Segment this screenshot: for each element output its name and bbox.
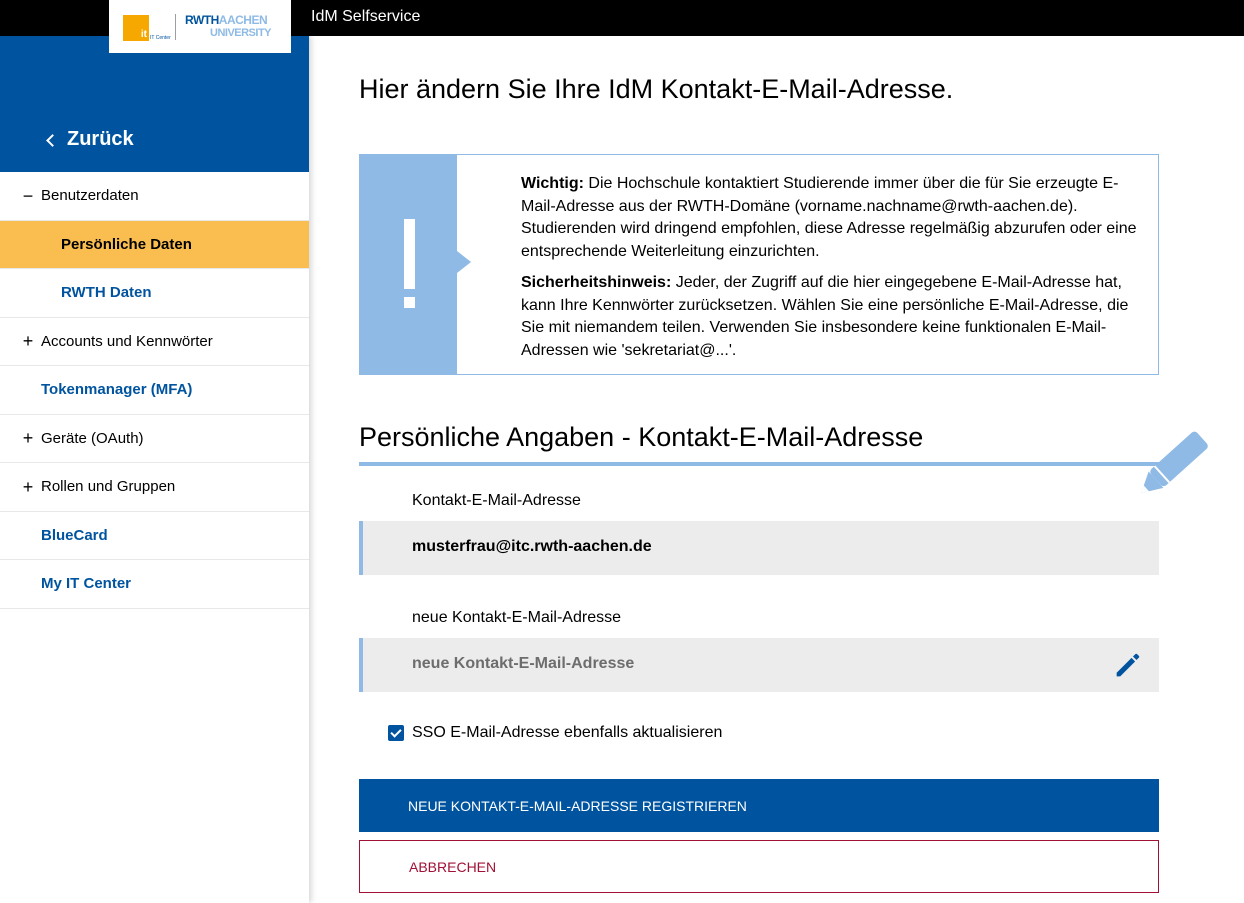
sidebar-item-accounts[interactable]: + Accounts und Kennwörter [0, 318, 309, 366]
notice-text: Wichtig: Die Hochschule kontaktiert Stud… [521, 173, 1143, 362]
app-title: IdM Selfservice [311, 8, 421, 25]
new-email-field [359, 638, 1159, 692]
pencil-icon [1141, 431, 1208, 494]
current-email-field: musterfrau@itc.rwth-aachen.de [359, 521, 1159, 575]
sidebar-header: Zurück [0, 36, 309, 172]
sidebar-item-benutzerdaten[interactable]: − Benutzerdaten [0, 172, 309, 221]
it-center-logo-text: IT Center [150, 35, 171, 41]
sidebar-item-bluecard[interactable]: BlueCard [0, 512, 309, 560]
sidebar-item-label: RWTH Daten [61, 284, 152, 302]
back-label: Zurück [67, 128, 134, 150]
sidebar-item-label: Geräte (OAuth) [41, 429, 144, 447]
current-email-value: musterfrau@itc.rwth-aachen.de [412, 538, 652, 555]
sidebar-item-label: BlueCard [41, 526, 108, 544]
sidebar-item-rwth-daten[interactable]: RWTH Daten [0, 269, 309, 318]
sso-checkbox-label: SSO E-Mail-Adresse ebenfalls aktualisier… [412, 724, 723, 741]
section-title: Persönliche Angaben - Kontakt-E-Mail-Adr… [359, 422, 924, 452]
rwth-it-center-logo[interactable]: it IT Center RWTHAACHEN UNIVERSITY [109, 0, 291, 53]
sidebar: Zurück − Benutzerdaten Persönliche Daten… [0, 36, 309, 903]
sidebar-item-persoenliche-daten[interactable]: Persönliche Daten [0, 220, 309, 269]
plus-icon: + [22, 476, 34, 497]
notice-security: Sicherheitshinweis: Jeder, der Zugriff a… [521, 274, 1129, 359]
sidebar-item-label: Tokenmanager (MFA) [41, 381, 193, 399]
notice-box: Wichtig: Die Hochschule kontaktiert Stud… [359, 154, 1159, 375]
sidebar-item-label: My IT Center [41, 575, 132, 593]
sidebar-item-label: Accounts und Kennwörter [41, 332, 213, 350]
rwth-logo-text: RWTHAACHEN [185, 13, 268, 27]
sidebar-item-label: Rollen und Gruppen [41, 478, 176, 496]
page-title: Hier ändern Sie Ihre IdM Kontakt-E-Mail-… [359, 74, 954, 104]
register-email-button[interactable]: NEUE KONTAKT-E-MAIL-ADRESSE REGISTRIEREN [359, 779, 1159, 832]
cancel-button[interactable]: ABBRECHEN [359, 840, 1159, 893]
logo-separator [175, 14, 176, 40]
sidebar-item-label: Benutzerdaten [41, 187, 139, 205]
sso-checkbox-row[interactable]: SSO E-Mail-Adresse ebenfalls aktualisier… [388, 724, 722, 742]
minus-icon: − [22, 185, 34, 206]
sidebar-item-label: Persönliche Daten [61, 235, 192, 253]
sidebar-item-rollen[interactable]: + Rollen und Gruppen [0, 463, 309, 512]
sidebar-item-my-it-center[interactable]: My IT Center [0, 560, 309, 609]
new-email-label: neue Kontakt-E-Mail-Adresse [412, 609, 621, 626]
new-email-input[interactable] [412, 652, 1092, 676]
back-button[interactable]: Zurück [46, 128, 134, 151]
sso-checkbox[interactable] [388, 725, 404, 741]
current-email-label: Kontakt-E-Mail-Adresse [412, 492, 581, 509]
pencil-icon[interactable] [1111, 648, 1145, 682]
university-logo-text: UNIVERSITY [210, 27, 272, 39]
notice-important: Wichtig: Die Hochschule kontaktiert Stud… [521, 175, 1137, 260]
it-center-logo-mark: it [123, 15, 149, 41]
exclamation-icon [360, 155, 471, 374]
sidebar-item-geraete[interactable]: + Geräte (OAuth) [0, 415, 309, 463]
section-divider [359, 462, 1159, 466]
sidebar-item-tokenmanager[interactable]: Tokenmanager (MFA) [0, 366, 309, 415]
plus-icon: + [22, 331, 34, 352]
plus-icon: + [22, 428, 34, 449]
chevron-left-icon [46, 133, 59, 147]
